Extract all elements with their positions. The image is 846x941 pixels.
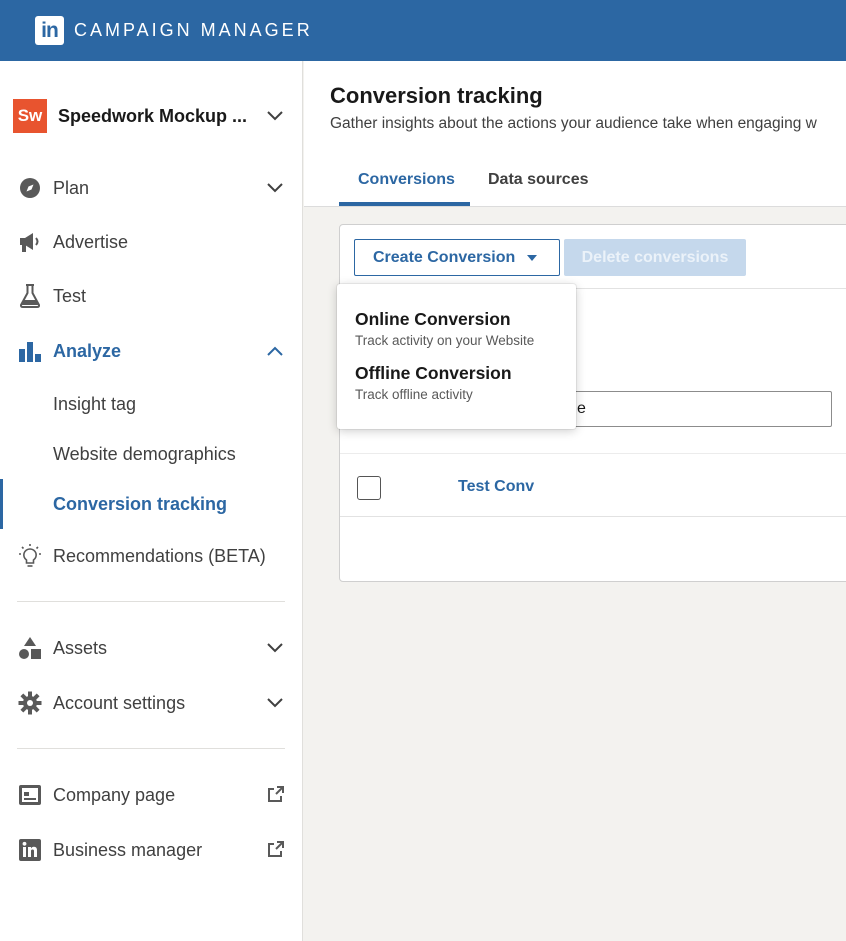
chevron-down-icon[interactable] bbox=[266, 694, 284, 712]
divider bbox=[17, 601, 285, 602]
create-conversion-menu: Online Conversion Track activity on your… bbox=[337, 284, 576, 429]
divider bbox=[17, 748, 285, 749]
external-link-icon[interactable] bbox=[268, 841, 286, 859]
sidebar-item-test[interactable]: Test bbox=[0, 276, 303, 316]
sidebar-item-label: Test bbox=[53, 285, 87, 306]
compass-icon bbox=[18, 176, 42, 200]
sidebar-item-label: Advertise bbox=[53, 231, 129, 252]
sidebar-item-label: Company page bbox=[53, 784, 176, 805]
menu-item-description: Track activity on your Website bbox=[355, 333, 535, 348]
sidebar-item-analyze[interactable]: Analyze bbox=[0, 331, 303, 371]
gear-icon bbox=[18, 691, 42, 715]
sidebar-item-website-demographics[interactable]: Website demographics bbox=[0, 434, 303, 474]
bar-chart-icon bbox=[18, 339, 42, 363]
menu-item-title: Offline Conversion bbox=[355, 363, 512, 383]
menu-item-title: Online Conversion bbox=[355, 309, 511, 329]
sidebar-item-label: Account settings bbox=[53, 692, 186, 713]
create-conversion-label: Create Conversion bbox=[373, 248, 516, 266]
sidebar-item-assets[interactable]: Assets bbox=[0, 628, 303, 668]
megaphone-icon bbox=[18, 230, 42, 254]
row-checkbox[interactable] bbox=[357, 476, 381, 500]
sidebar-item-label: Business manager bbox=[53, 839, 203, 860]
flask-icon bbox=[18, 284, 42, 308]
chevron-down-icon[interactable] bbox=[266, 107, 284, 125]
page-header: Conversion tracking Gather insights abou… bbox=[304, 61, 846, 207]
table-row: Test Conv bbox=[340, 453, 846, 517]
sidebar-item-label: Insight tag bbox=[53, 393, 137, 414]
menu-item-description: Track offline activity bbox=[355, 387, 473, 402]
sidebar-item-business-manager[interactable]: Business manager bbox=[0, 830, 303, 870]
app-brand[interactable]: CAMPAIGN MANAGER bbox=[74, 20, 313, 41]
sidebar-item-label: Analyze bbox=[53, 340, 122, 361]
sidebar-item-label: Website demographics bbox=[53, 443, 236, 464]
sidebar-item-plan[interactable]: Plan bbox=[0, 168, 303, 208]
external-link-icon[interactable] bbox=[268, 786, 286, 804]
lightbulb-icon bbox=[18, 544, 42, 568]
sidebar-item-company-page[interactable]: Company page bbox=[0, 775, 303, 815]
active-tab-indicator bbox=[339, 202, 470, 206]
sidebar-item-advertise[interactable]: Advertise bbox=[0, 222, 303, 262]
shapes-icon bbox=[18, 636, 42, 660]
sidebar-item-account-settings[interactable]: Account settings bbox=[0, 683, 303, 723]
chevron-up-icon[interactable] bbox=[266, 342, 284, 360]
sidebar: Sw Speedwork Mockup ... Plan Advertise T… bbox=[0, 61, 303, 941]
account-name: Speedwork Mockup ... bbox=[58, 105, 248, 126]
tab-data-sources[interactable]: Data sources bbox=[488, 171, 589, 189]
sidebar-item-conversion-tracking[interactable]: Conversion tracking bbox=[0, 479, 303, 529]
delete-conversions-button[interactable]: Delete conversions bbox=[564, 239, 746, 276]
card-toolbar: Create Conversion Delete conversions bbox=[340, 225, 846, 289]
conversion-name-link[interactable]: Test Conv bbox=[458, 478, 534, 496]
sidebar-item-label: Assets bbox=[53, 637, 108, 658]
caret-down-icon bbox=[527, 255, 537, 261]
tab-conversions[interactable]: Conversions bbox=[358, 171, 455, 189]
sidebar-item-label: Recommendations (BETA) bbox=[53, 545, 266, 566]
account-switcher[interactable]: Sw Speedwork Mockup ... bbox=[13, 99, 293, 133]
account-logo: Sw bbox=[13, 99, 47, 133]
active-indicator bbox=[0, 479, 3, 529]
page-title: Conversion tracking bbox=[330, 83, 543, 108]
sidebar-item-insight-tag[interactable]: Insight tag bbox=[0, 384, 303, 424]
sidebar-item-label: Plan bbox=[53, 177, 90, 198]
chevron-down-icon[interactable] bbox=[266, 179, 284, 197]
create-conversion-button[interactable]: Create Conversion bbox=[354, 239, 560, 276]
search-input[interactable]: e bbox=[570, 391, 832, 427]
chevron-down-icon[interactable] bbox=[266, 639, 284, 657]
top-bar: in CAMPAIGN MANAGER bbox=[0, 0, 846, 61]
sidebar-item-label: Conversion tracking bbox=[53, 493, 228, 514]
linkedin-icon bbox=[18, 838, 42, 862]
company-page-icon bbox=[18, 783, 42, 807]
linkedin-logo[interactable]: in bbox=[35, 16, 64, 45]
page-subtitle: Gather insights about the actions your a… bbox=[330, 115, 817, 132]
main-content: Conversion tracking Gather insights abou… bbox=[304, 61, 846, 941]
sidebar-item-recommendations[interactable]: Recommendations (BETA) bbox=[0, 536, 303, 576]
